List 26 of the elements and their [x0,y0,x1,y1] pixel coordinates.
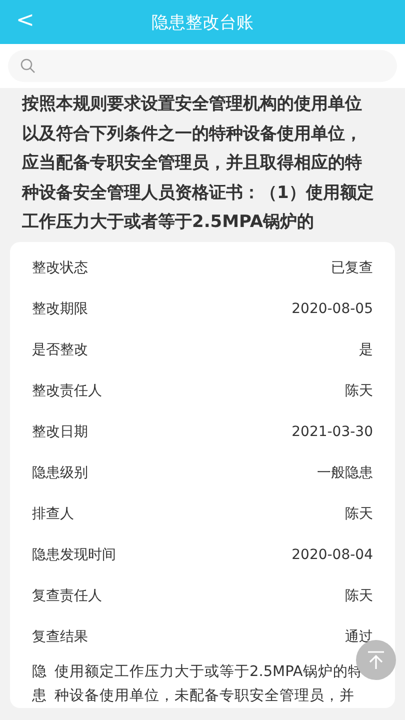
detail-label: 复查责任人 [32,587,102,605]
detail-value: 已复查 [331,259,373,277]
detail-value: 陈天 [345,505,373,523]
detail-value: 是 [359,341,373,359]
detail-label: 整改责任人 [32,382,102,400]
detail-value: 2021-03-30 [292,424,373,440]
detail-value: 陈天 [345,587,373,605]
up-arrow-icon [365,649,387,671]
detail-label: 整改日期 [32,423,88,441]
back-button[interactable]: < [8,6,42,35]
detail-value: 一般隐患 [317,464,373,482]
detail-label: 整改状态 [32,259,88,277]
detail-value: 2020-08-04 [292,547,373,563]
search-field[interactable] [8,50,397,82]
search-icon [20,58,36,74]
detail-label: 复查结果 [32,628,88,646]
detail-label: 隐患级别 [32,464,88,482]
description-label: 隐患 [32,662,46,706]
detail-label: 是否整改 [32,341,88,359]
notice-text: 按照本规则要求设置安全管理机构的使用单位以及符合下列条件之一的特种设备使用单位，应当配备专职安全管理员，并且取得相应的特种设备安全管理人员资格证书：（1）使用额定工作压力大于或者等于2.5MPA锅炉的 [20,93,375,234]
detail-label: 隐患发现时间 [32,546,116,564]
detail-label: 整改期限 [32,300,88,318]
page-title: 隐患整改台账 [152,12,254,34]
detail-label: 排查人 [32,505,74,523]
detail-value: 陈天 [345,382,373,400]
detail-value: 2020-08-05 [292,301,373,317]
